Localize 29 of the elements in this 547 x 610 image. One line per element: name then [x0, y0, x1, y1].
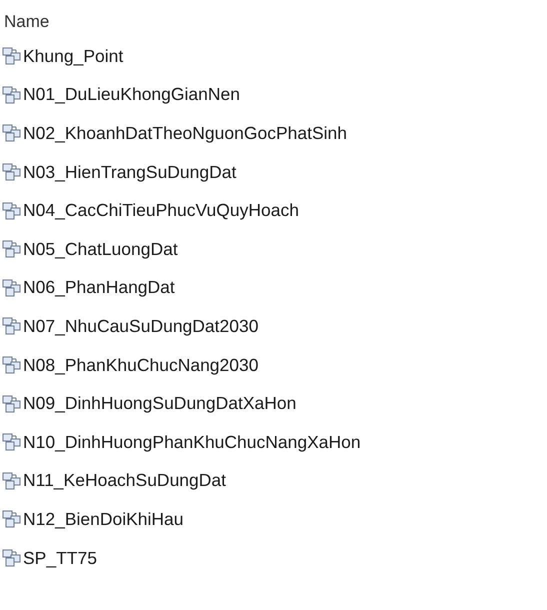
feature-dataset-icon [2, 239, 22, 260]
dataset-name[interactable]: N10_DinhHuongPhanKhuChucNangXaHon [23, 432, 361, 453]
feature-dataset-icon [2, 432, 22, 452]
feature-dataset-icon [2, 46, 22, 66]
feature-dataset-icon [2, 278, 22, 298]
dataset-name[interactable]: N08_PhanKhuChucNang2030 [23, 354, 258, 376]
dataset-name[interactable]: N12_BienDoiKhiHau [23, 508, 184, 530]
feature-dataset-icon [2, 84, 22, 105]
feature-dataset-icon [2, 509, 22, 530]
feature-dataset-icon [2, 470, 22, 491]
dataset-name[interactable]: N03_HienTrangSuDungDat [23, 162, 236, 183]
dataset-name[interactable]: Khung_Point [23, 46, 124, 67]
feature-dataset-icon [2, 548, 22, 568]
dataset-name[interactable]: SP_TT75 [23, 548, 97, 569]
feature-dataset-icon [2, 123, 22, 144]
feature-dataset-icon [2, 355, 22, 376]
dataset-name[interactable]: N07_NhuCauSuDungDat2030 [23, 316, 258, 337]
column-header[interactable]: Name [0, 0, 547, 37]
feature-dataset-icon [2, 316, 22, 336]
dataset-name[interactable]: N11_KeHoachSuDungDat [23, 470, 226, 492]
feature-dataset-icon [2, 394, 22, 414]
dataset-name[interactable]: N06_PhanHangDat [23, 277, 175, 298]
dataset-name[interactable]: N05_ChatLuongDat [23, 238, 178, 260]
dataset-name[interactable]: N09_DinhHuongSuDungDatXaHon [23, 393, 296, 414]
dataset-name[interactable]: N04_CacChiTieuPhucVuQuyHoach [23, 200, 299, 222]
feature-dataset-icon [2, 162, 22, 182]
feature-dataset-icon [2, 200, 22, 221]
dataset-name[interactable]: N02_KhoanhDatTheoNguonGocPhatSinh [23, 122, 347, 144]
dataset-name[interactable]: N01_DuLieuKhongGianNen [23, 84, 240, 106]
